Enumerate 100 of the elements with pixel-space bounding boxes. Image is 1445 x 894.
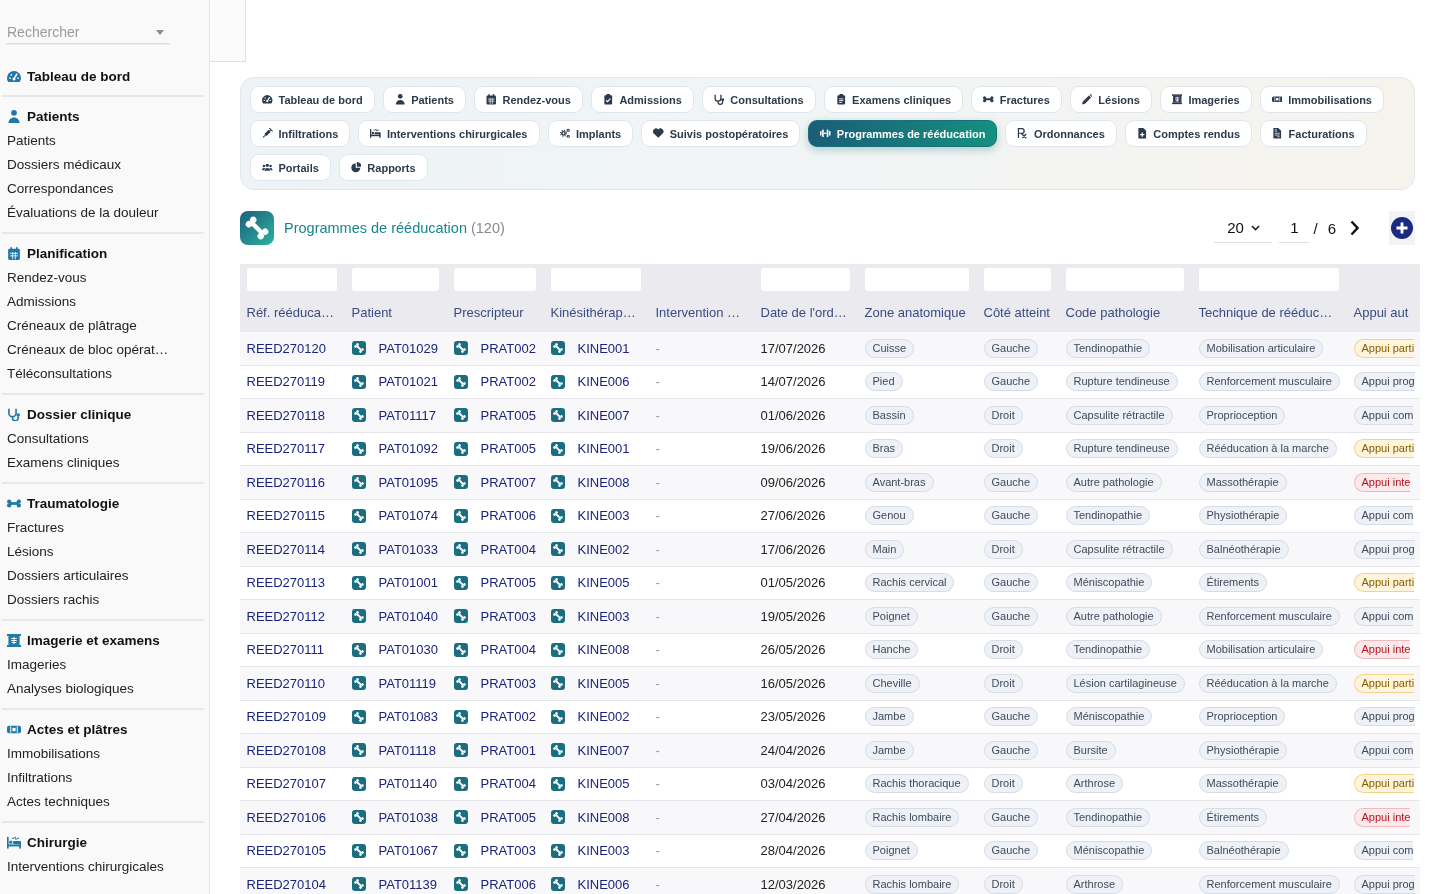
column-header[interactable]: Patient — [351, 303, 392, 323]
record-link[interactable]: KINE006 — [577, 374, 630, 390]
record-link[interactable]: PRAT001 — [480, 742, 536, 758]
record-link[interactable]: PRAT005 — [480, 407, 536, 423]
record-link[interactable]: PRAT003 — [480, 675, 536, 691]
sidebar-item[interactable]: Consultations — [2, 427, 89, 451]
record-link[interactable]: REED270118 — [246, 407, 326, 423]
tab[interactable]: Admissions — [590, 86, 694, 113]
sidebar-item[interactable]: Imageries — [2, 653, 67, 677]
next-page-button[interactable] — [1350, 220, 1359, 236]
column-header[interactable]: Appui aut — [1353, 303, 1409, 323]
record-link[interactable]: KINE002 — [577, 541, 630, 557]
sidebar-item[interactable]: Fractures — [2, 516, 64, 540]
sidebar-item[interactable]: Téléconsultations — [2, 362, 113, 386]
record-link[interactable]: KINE002 — [577, 709, 630, 725]
record-link[interactable]: PRAT002 — [480, 340, 536, 356]
record-link[interactable]: PAT01092 — [378, 441, 438, 457]
record-link[interactable]: PAT01067 — [378, 843, 438, 859]
column-header[interactable]: Réf. rééduca… — [246, 303, 334, 323]
record-link[interactable]: PAT01117 — [378, 407, 437, 423]
record-link[interactable]: PRAT005 — [480, 575, 536, 591]
tab[interactable]: Examens cliniques — [823, 86, 964, 113]
record-link[interactable]: REED270114 — [246, 541, 326, 557]
record-link[interactable]: PAT01074 — [378, 508, 438, 524]
column-header[interactable]: Prescripteur — [453, 303, 524, 323]
tab[interactable]: Facturations — [1260, 120, 1367, 147]
column-header[interactable]: Intervention … — [655, 303, 741, 323]
add-button[interactable] — [1389, 211, 1415, 245]
column-header[interactable]: Zone anatomique — [864, 303, 966, 323]
record-link[interactable]: PAT01038 — [378, 809, 438, 825]
record-link[interactable]: PAT01140 — [378, 776, 438, 792]
record-link[interactable]: PAT01118 — [378, 742, 437, 758]
record-link[interactable]: KINE008 — [577, 642, 630, 658]
record-link[interactable]: PRAT003 — [480, 608, 536, 624]
record-link[interactable]: KINE003 — [577, 843, 630, 859]
tab[interactable]: Patients — [382, 86, 466, 113]
record-link[interactable]: REED270116 — [246, 474, 326, 490]
sidebar-item[interactable]: Examens cliniques — [2, 451, 120, 475]
sidebar-item[interactable]: Analyses biologiques — [2, 677, 134, 701]
column-header[interactable]: Kinésithérap… — [550, 303, 636, 323]
sidebar-item[interactable]: Patients — [2, 129, 56, 153]
sidebar-item[interactable]: Admissions — [2, 290, 77, 314]
record-link[interactable]: PRAT007 — [480, 474, 536, 490]
record-link[interactable]: KINE006 — [577, 876, 630, 892]
record-link[interactable]: PRAT002 — [480, 709, 536, 725]
sidebar-item[interactable]: Dossiers rachis — [2, 588, 100, 612]
record-link[interactable]: KINE001 — [577, 340, 630, 356]
record-link[interactable]: PAT01040 — [378, 608, 438, 624]
record-link[interactable]: PAT01139 — [378, 876, 438, 892]
record-link[interactable]: REED270115 — [246, 508, 326, 524]
tab[interactable]: Rapports — [338, 154, 428, 181]
tab[interactable]: Imageries — [1159, 86, 1252, 113]
record-link[interactable]: PAT01083 — [378, 709, 438, 725]
record-link[interactable]: PRAT006 — [480, 508, 536, 524]
record-link[interactable]: KINE003 — [577, 508, 630, 524]
sidebar-item[interactable]: Infiltrations — [2, 766, 73, 790]
record-link[interactable]: KINE001 — [577, 441, 630, 457]
record-link[interactable]: PAT01033 — [378, 541, 438, 557]
tab[interactable]: Portails — [250, 154, 331, 181]
record-link[interactable]: KINE005 — [577, 675, 630, 691]
record-link[interactable]: KINE007 — [577, 742, 630, 758]
record-link[interactable]: PAT01021 — [378, 374, 438, 390]
column-header[interactable]: Côté atteint — [983, 303, 1050, 323]
tab[interactable]: Rendez-vous — [473, 86, 583, 113]
tab[interactable]: Comptes rendus — [1124, 120, 1253, 147]
record-link[interactable]: PRAT004 — [480, 541, 536, 557]
sidebar-item[interactable]: Immobilisations — [2, 742, 101, 766]
sidebar-item[interactable]: Rendez-vous — [2, 266, 87, 290]
tab[interactable]: Suivis postopératoires — [641, 120, 801, 147]
tab[interactable]: Implants — [547, 120, 634, 147]
record-link[interactable]: PAT01030 — [378, 642, 438, 658]
record-link[interactable]: REED270119 — [246, 374, 326, 390]
record-link[interactable]: KINE005 — [577, 776, 630, 792]
record-link[interactable]: PAT01001 — [378, 575, 438, 591]
record-link[interactable]: REED270120 — [246, 340, 326, 356]
record-link[interactable]: KINE008 — [577, 474, 630, 490]
sidebar-item[interactable]: Dossiers médicaux — [2, 153, 122, 177]
record-link[interactable]: PRAT003 — [480, 843, 536, 859]
record-link[interactable]: REED270104 — [246, 876, 326, 892]
sidebar-item[interactable]: Correspondances — [2, 177, 114, 201]
record-link[interactable]: PAT01119 — [378, 675, 437, 691]
record-link[interactable]: KINE007 — [577, 407, 630, 423]
tab[interactable]: Interventions chirurgicales — [358, 120, 540, 147]
record-link[interactable]: REED270108 — [246, 742, 326, 758]
record-link[interactable]: PRAT006 — [480, 876, 536, 892]
sidebar-item[interactable]: Évaluations de la douleur — [2, 201, 159, 225]
tab[interactable]: Consultations — [701, 86, 816, 113]
page-size-select[interactable]: 20 — [1214, 213, 1273, 243]
tab[interactable]: Programmes de rééducation — [808, 120, 998, 147]
record-link[interactable]: REED270106 — [246, 809, 326, 825]
record-link[interactable]: REED270112 — [246, 608, 326, 624]
record-link[interactable]: PRAT004 — [480, 642, 536, 658]
tab[interactable]: Infiltrations — [250, 120, 351, 147]
record-link[interactable]: PRAT005 — [480, 441, 536, 457]
record-link[interactable]: REED270110 — [246, 675, 326, 691]
sidebar-link[interactable]: Tableau de bord — [2, 64, 131, 88]
record-link[interactable]: REED270107 — [246, 776, 326, 792]
sidebar-item[interactable]: Dossiers articulaires — [2, 564, 129, 588]
record-link[interactable]: PRAT004 — [480, 776, 536, 792]
page-input[interactable]: 1 — [1279, 213, 1310, 243]
